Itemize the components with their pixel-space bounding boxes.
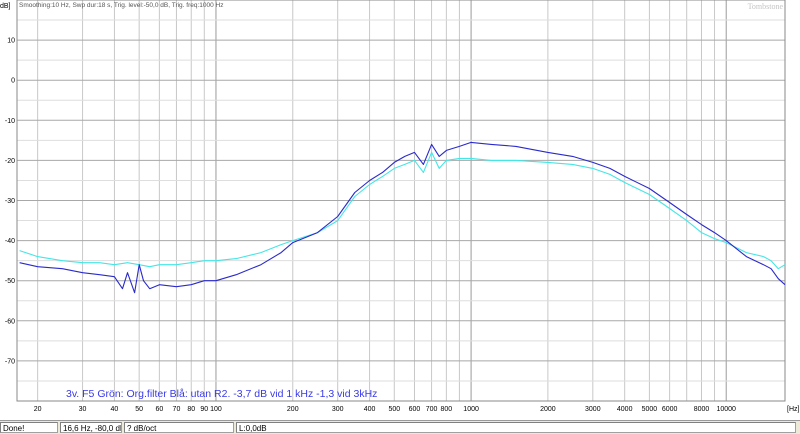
x-tick-labels: 20 30 40 50 60 70 80 90 100 200 300 400 500 600 700 800… [34, 406, 736, 413]
status-state: Done! [0, 422, 58, 433]
x-tick-label: 60 [155, 406, 163, 413]
x-tick-label: 30 [79, 406, 87, 413]
y-tick-label: -30 [5, 198, 15, 205]
x-tick-label: 6000 [662, 406, 678, 413]
x-tick-label: 40 [111, 406, 119, 413]
x-tick-label: 1000 [463, 406, 479, 413]
x-tick-label: 200 [287, 406, 299, 413]
x-tick-label: 50 [135, 406, 143, 413]
y-tick-label: -50 [5, 278, 15, 285]
status-bar: Done! 16,6 Hz, -80,0 dB ? dB/oct L:0,0dB [0, 420, 800, 434]
y-tick-labels: 10 0 -10 -20 -30 -40 -50 -60 -70 [5, 38, 15, 366]
x-tick-label: 80 [187, 406, 195, 413]
x-tick-label: 20 [34, 406, 42, 413]
y-tick-label: 10 [7, 38, 15, 45]
x-tick-label: 800 [441, 406, 453, 413]
x-tick-label: 700 [426, 406, 438, 413]
sweep-info-text: Smoothing:10 Hz, Swp dur:18 s, Trig. lev… [19, 2, 224, 9]
x-tick-label: 3000 [585, 406, 601, 413]
frequency-response-chart: 100-10-20-30-40-50-60-70 20 30 40 50 60 70 80 9… [0, 0, 800, 413]
x-tick-label: 70 [173, 406, 181, 413]
x-tick-label: 4000 [617, 406, 633, 413]
x-unit-label: [Hz] [787, 406, 800, 413]
x-tick-label: 5000 [642, 406, 658, 413]
y-tick-label: -20 [5, 158, 15, 165]
y-tick-label: -70 [5, 358, 15, 365]
x-tick-label: 400 [364, 406, 376, 413]
x-tick-label: 90 [200, 406, 208, 413]
horizontal-gridlines [17, 0, 785, 402]
status-slope: ? dB/oct [124, 422, 234, 433]
x-tick-label: 10000 [716, 406, 736, 413]
watermark-text: Tombstone [748, 2, 784, 11]
y-unit-label: dB] [0, 3, 11, 10]
x-tick-label: 300 [332, 406, 344, 413]
chart-annotation: 3v. F5 Grön: Org.filter Blå: utan R2. -3… [66, 388, 377, 400]
y-tick-label: -10 [5, 118, 15, 125]
x-tick-label: 8000 [694, 406, 710, 413]
status-level: L:0,0dB [236, 422, 796, 433]
x-tick-label: 600 [409, 406, 421, 413]
x-tick-label: 500 [388, 406, 400, 413]
x-tick-label: 2000 [540, 406, 556, 413]
x-tick-label: 100 [210, 406, 222, 413]
y-tick-label: 0 [11, 78, 15, 85]
y-tick-label: -40 [5, 238, 15, 245]
y-tick-label: -60 [5, 318, 15, 325]
status-cursor-readout: 16,6 Hz, -80,0 dB [60, 422, 122, 433]
